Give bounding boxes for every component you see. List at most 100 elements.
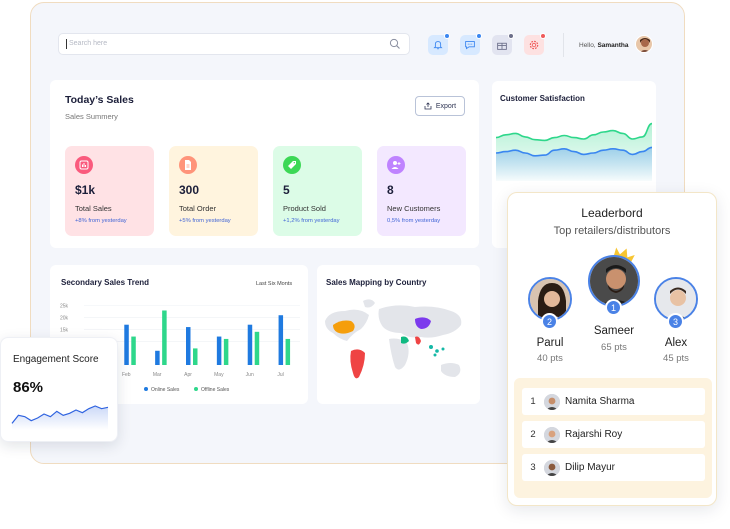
sales-title: Today’s Sales [65,94,134,106]
y-tick-label: 20k [60,316,69,322]
stat-value: $1k [75,183,96,197]
leaderboard-list: 1 Namita Sharma 2 Rajarshi Roy 3 Dilip Mayur [514,378,712,498]
x-tick-label: May [214,372,224,378]
rank-badge: 2 [541,313,558,330]
avatar [544,393,560,410]
podium-first[interactable]: 1 Sameer 65 pts [586,247,642,359]
notification-dot [476,33,482,39]
map-region-south-america [350,349,365,379]
stat-card-new-customers: 8 New Customers 0,5% from yesterday [377,146,466,236]
stat-label: Total Sales [75,204,112,213]
bar-offline-sales [193,348,198,365]
satisfaction-title: Customer Satisfaction [500,94,585,103]
trend-range[interactable]: Last Six Monts [256,281,292,287]
rank-badge: 3 [667,313,684,330]
legend-swatch [144,387,148,391]
y-tick-label: 15k [60,327,69,333]
stat-label: Product Sold [283,204,326,213]
notification-dot [444,33,450,39]
stat-change: +5% from yesterday [179,218,231,224]
bar-offline-sales [254,331,260,365]
leaderboard-row[interactable]: 2 Rajarshi Roy [522,421,705,448]
stat-label: Total Order [179,204,217,213]
engagement-score-card: Engagement Score 86% [0,337,118,442]
podium-name: Alex [664,337,688,349]
search-icon[interactable] [389,38,401,50]
podium-third[interactable]: 3 Alex 45 pts [650,277,702,367]
greeting: Hello, Samantha [579,42,629,49]
leaderboard-subtitle: Top retailers/distributors [553,225,671,237]
legend-label: Online Sales [151,387,180,393]
todays-sales-card: Today’s Sales Sales Summery Export $1k To… [50,80,479,248]
chart-icon [79,160,89,170]
sales-subtitle: Sales Summery [65,112,118,121]
stat-change: +1,2% from yesterday [283,218,340,224]
chat-button[interactable] [460,33,482,55]
notification-dot [508,33,514,39]
search-bar[interactable]: Search here [58,33,410,55]
x-tick-label: Mar [153,372,162,378]
x-tick-label: Apr [184,372,192,378]
bar-online-sales [216,336,222,365]
export-icon [424,102,432,110]
satisfaction-chart [495,122,653,181]
world-map [325,299,462,379]
podium-second[interactable]: 2 Parul 40 pts [524,277,576,367]
chat-icon [465,41,475,50]
bar-online-sales [247,324,253,365]
bar-offline-sales [223,338,229,365]
gear-button[interactable] [524,33,546,55]
stat-icon-badge [283,156,301,174]
stat-change: +8% from yesterday [75,218,127,224]
podium-points: 40 pts [537,353,563,364]
gear-icon [529,40,539,50]
bell-button[interactable] [428,33,450,55]
stage: Search here Hello, Samantha Today’s Sale… [0,0,730,529]
y-tick-label: 25k [60,304,69,310]
stat-value: 8 [387,183,394,197]
stat-icon-badge [387,156,405,174]
stat-card-product-sold: 5 Product Sold +1,2% from yesterday [273,146,362,236]
bar-online-sales [124,324,129,365]
podium-name: Parul [536,337,564,349]
leaderboard-row[interactable]: 1 Namita Sharma [522,388,705,415]
rank-badge: 1 [605,299,622,316]
legend-swatch [194,387,198,391]
leaderboard-row[interactable]: 3 Dilip Mayur [522,454,705,481]
export-button[interactable]: Export [415,96,465,116]
avatar [544,426,560,443]
podium-points: 65 pts [601,342,627,353]
x-tick-label: Feb [122,372,131,378]
search-input[interactable]: Search here [65,39,107,49]
stat-card-total-order: 300 Total Order +5% from yesterday [169,146,258,236]
podium-name: Sameer [593,325,635,337]
trend-title: Secondary Sales Trend [61,278,150,287]
export-label: Export [435,102,457,110]
stat-label: New Customers [387,204,441,213]
engagement-title: Engagement Score [13,354,99,365]
podium-points: 45 pts [663,353,689,364]
stat-value: 300 [179,183,200,197]
leaderboard-card: Leaderbord Top retailers/distributors 2 … [507,192,717,506]
bar-online-sales [278,315,284,365]
map-title: Sales Mapping by Country [326,278,427,287]
map-region-southeast-asia [429,345,445,357]
user-add-icon [391,161,401,169]
header-divider [563,33,564,57]
row-name: Namita Sharma [565,396,635,407]
user-avatar[interactable] [635,35,653,53]
gift-button[interactable] [492,33,514,55]
notification-dot [540,33,546,39]
legend-label: Offline Sales [201,387,230,393]
greeting-text: Hello, [579,42,596,49]
row-rank: 2 [530,429,536,440]
leaderboard-title: Leaderbord [581,206,643,220]
bar-online-sales [186,327,191,365]
map-region-south-asia [415,336,421,345]
row-rank: 3 [530,462,536,473]
engagement-chart [11,405,109,430]
avatar [544,459,560,476]
stat-change: 0,5% from yesterday [387,218,441,224]
tag-icon [288,161,296,169]
gift-icon [497,42,507,50]
